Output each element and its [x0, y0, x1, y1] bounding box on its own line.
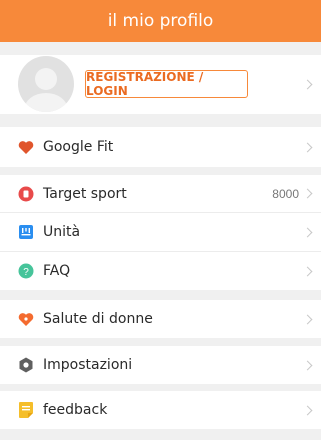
question-icon: ? [18, 263, 34, 279]
login-button[interactable]: REGISTRAZIONE / LOGIN [85, 70, 248, 98]
target-value: 8000 [272, 186, 299, 201]
menu-label: feedback [43, 402, 108, 418]
menu-item-units[interactable]: Unità [0, 213, 321, 251]
menu-label: Unità [43, 224, 81, 240]
app-header: il mio profilo [0, 0, 321, 42]
chevron-right-icon [302, 266, 313, 276]
menu-item-settings[interactable]: Impostazioni [0, 346, 321, 384]
svg-text:?: ? [23, 267, 29, 278]
page-title: il mio profilo [107, 11, 214, 31]
note-icon [18, 402, 34, 418]
chevron-right-icon [302, 405, 313, 415]
avatar[interactable] [18, 56, 74, 112]
chevron-right-icon [302, 227, 313, 237]
menu-label: Google Fit [43, 139, 114, 155]
menu-item-google-fit[interactable]: Google Fit [0, 127, 321, 167]
profile-card[interactable]: REGISTRAZIONE / LOGIN [0, 55, 321, 114]
chevron-right-icon [302, 360, 313, 370]
chevron-right-icon [302, 142, 313, 152]
gear-icon [18, 357, 34, 373]
chevron-right-icon [302, 188, 313, 199]
target-icon [18, 186, 34, 202]
chevron-right-icon [302, 79, 313, 90]
ruler-icon [18, 224, 34, 240]
chevron-right-icon [302, 314, 313, 324]
menu-item-target-sport[interactable]: Target sport 8000 [0, 175, 321, 212]
avatar-body [24, 93, 68, 112]
menu-label: Target sport [43, 185, 127, 202]
heart-icon [18, 139, 34, 155]
menu-item-faq[interactable]: ? FAQ [0, 252, 321, 290]
menu-item-feedback[interactable]: feedback [0, 391, 321, 429]
menu-label: Salute di donne [43, 311, 153, 327]
menu-label: FAQ [43, 263, 71, 279]
menu-label: Impostazioni [43, 357, 133, 373]
women-heart-icon [18, 311, 34, 327]
menu-item-women-health[interactable]: Salute di donne [0, 300, 321, 338]
avatar-head [35, 68, 57, 90]
